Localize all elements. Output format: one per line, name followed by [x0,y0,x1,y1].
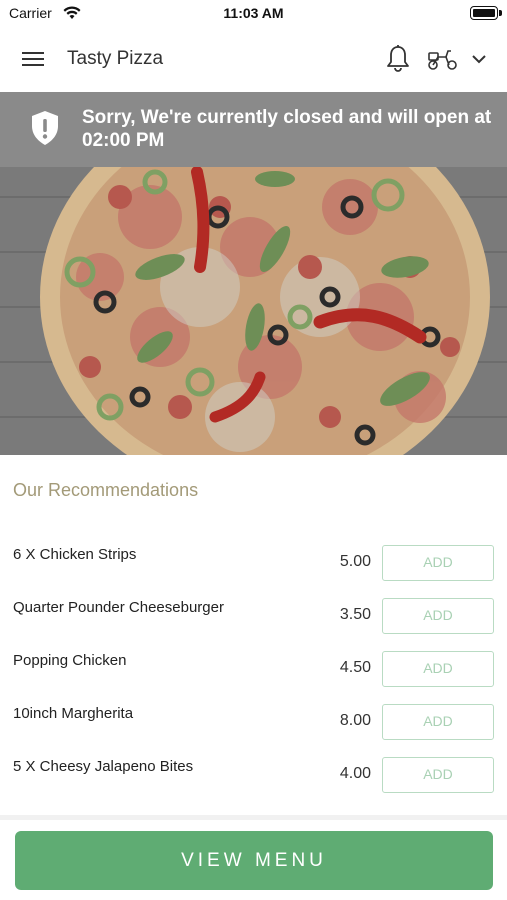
pizza-photo [0,167,507,455]
hero-image [0,167,507,455]
add-button[interactable]: ADD [382,545,494,581]
add-button[interactable]: ADD [382,704,494,740]
battery-icon [470,6,502,20]
item-name: 6 X Chicken Strips [13,546,137,563]
status-bar: Carrier 11:03 AM [0,0,507,28]
item-price: 5.00 [339,553,371,570]
item-name: 10inch Margherita [13,705,134,722]
add-button[interactable]: ADD [382,651,494,687]
list-item: 6 X Chicken Strips 5.00 ADD [0,527,507,581]
hamburger-menu-icon[interactable] [18,48,48,72]
item-price: 8.00 [339,712,371,729]
add-button[interactable]: ADD [382,598,494,634]
add-button[interactable]: ADD [382,757,494,793]
list-item: Popping Chicken 4.50 ADD [0,633,507,687]
page-title: Tasty Pizza [67,48,164,69]
app-header: Tasty Pizza [0,28,507,92]
closed-banner: Sorry, We're currently closed and will o… [0,92,507,167]
item-name: Quarter Pounder Cheeseburger [13,599,224,616]
view-menu-button[interactable]: VIEW MENU [15,831,493,890]
scooter-icon[interactable] [426,44,460,74]
recommendations-heading: Our Recommendations [13,480,199,500]
bell-icon[interactable] [384,44,412,74]
list-item: 5 X Cheesy Jalapeno Bites 4.00 ADD [0,739,507,793]
list-item: 10inch Margherita 8.00 ADD [0,686,507,740]
item-price: 3.50 [339,606,371,623]
closed-message: Sorry, We're currently closed and will o… [82,107,492,151]
shield-alert-icon [32,111,58,145]
recommendations-list: 6 X Chicken Strips 5.00 ADD Quarter Poun… [0,527,507,793]
item-name: Popping Chicken [13,652,127,669]
item-name: 5 X Cheesy Jalapeno Bites [13,758,194,775]
list-item: Quarter Pounder Cheeseburger 3.50 ADD [0,580,507,634]
status-time: 11:03 AM [223,5,284,21]
chevron-down-icon[interactable] [468,48,490,70]
item-price: 4.50 [339,659,371,676]
item-price: 4.00 [339,765,371,782]
